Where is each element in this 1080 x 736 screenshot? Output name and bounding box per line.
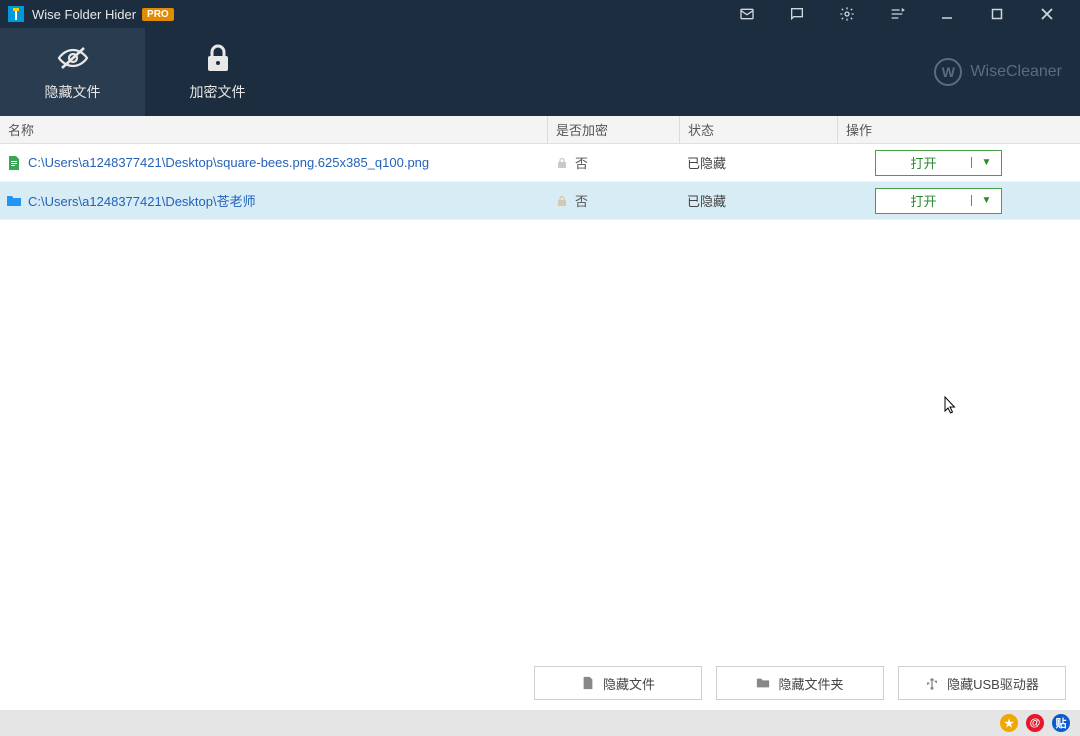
tab-encrypt-files[interactable]: 加密文件 [145,28,290,116]
lock-small-icon [555,195,569,207]
list-item[interactable]: C:\Users\a1248377421\Desktop\square-bees… [0,144,1080,182]
close-button[interactable] [1022,0,1072,28]
file-list: C:\Users\a1248377421\Desktop\square-bees… [0,144,1080,656]
col-status[interactable]: 状态 [679,116,837,143]
gear-icon[interactable] [822,0,872,28]
dropdown-toggle[interactable]: ▼ [971,195,1001,206]
eye-off-icon [56,42,90,74]
mail-icon[interactable] [722,0,772,28]
minimize-button[interactable] [922,0,972,28]
open-button: 打开 ▼ [875,188,1002,214]
tab-hide-files[interactable]: 隐藏文件 [0,28,145,116]
app-title: Wise Folder Hider [32,7,136,22]
status-value: 已隐藏 [679,191,837,210]
dropdown-toggle[interactable]: ▼ [971,157,1001,168]
tab-label: 隐藏文件 [45,82,101,102]
lock-small-icon [555,157,569,169]
folder-icon [6,193,22,209]
tab-label: 加密文件 [190,82,246,102]
maximize-button[interactable] [972,0,1022,28]
column-headers: 名称 是否加密 状态 操作 [0,116,1080,144]
file-path: C:\Users\a1248377421\Desktop\square-bees… [28,155,429,170]
app-icon [8,6,24,22]
title-bar: Wise Folder Hider PRO [0,0,1080,28]
hide-file-button[interactable]: 隐藏文件 [534,666,702,700]
brand-logo[interactable]: W WiseCleaner [934,58,1062,86]
col-encrypted[interactable]: 是否加密 [547,116,679,143]
feedback-icon[interactable] [772,0,822,28]
file-path: C:\Users\a1248377421\Desktop\苍老师 [28,191,256,210]
favorite-icon[interactable]: ★ [1000,714,1018,732]
btn-label: 隐藏文件夹 [778,674,843,693]
weibo-icon[interactable]: @ [1026,714,1044,732]
lock-icon [204,42,232,74]
brand-text: WiseCleaner [970,63,1062,81]
encrypted-value: 否 [575,153,588,172]
bottom-action-bar: 隐藏文件 隐藏文件夹 隐藏USB驱动器 [0,656,1080,710]
pro-badge: PRO [142,8,174,21]
btn-label: 隐藏USB驱动器 [947,674,1039,693]
col-name[interactable]: 名称 [0,116,547,143]
open-label[interactable]: 打开 [876,191,971,210]
menu-icon[interactable] [872,0,922,28]
open-label[interactable]: 打开 [876,153,971,172]
open-button: 打开 ▼ [875,150,1002,176]
status-bar: ★ @ 贴 [0,710,1080,736]
col-action[interactable]: 操作 [837,116,1080,143]
list-item[interactable]: C:\Users\a1248377421\Desktop\苍老师 否 已隐藏 打… [0,182,1080,220]
btn-label: 隐藏文件 [603,674,655,693]
encrypted-value: 否 [575,191,588,210]
hide-usb-button[interactable]: 隐藏USB驱动器 [898,666,1066,700]
status-value: 已隐藏 [679,153,837,172]
main-toolbar: 隐藏文件 加密文件 W WiseCleaner [0,28,1080,116]
hide-folder-button[interactable]: 隐藏文件夹 [716,666,884,700]
brand-circle-icon: W [934,58,962,86]
tieba-icon[interactable]: 贴 [1052,714,1070,732]
file-icon [6,155,22,171]
